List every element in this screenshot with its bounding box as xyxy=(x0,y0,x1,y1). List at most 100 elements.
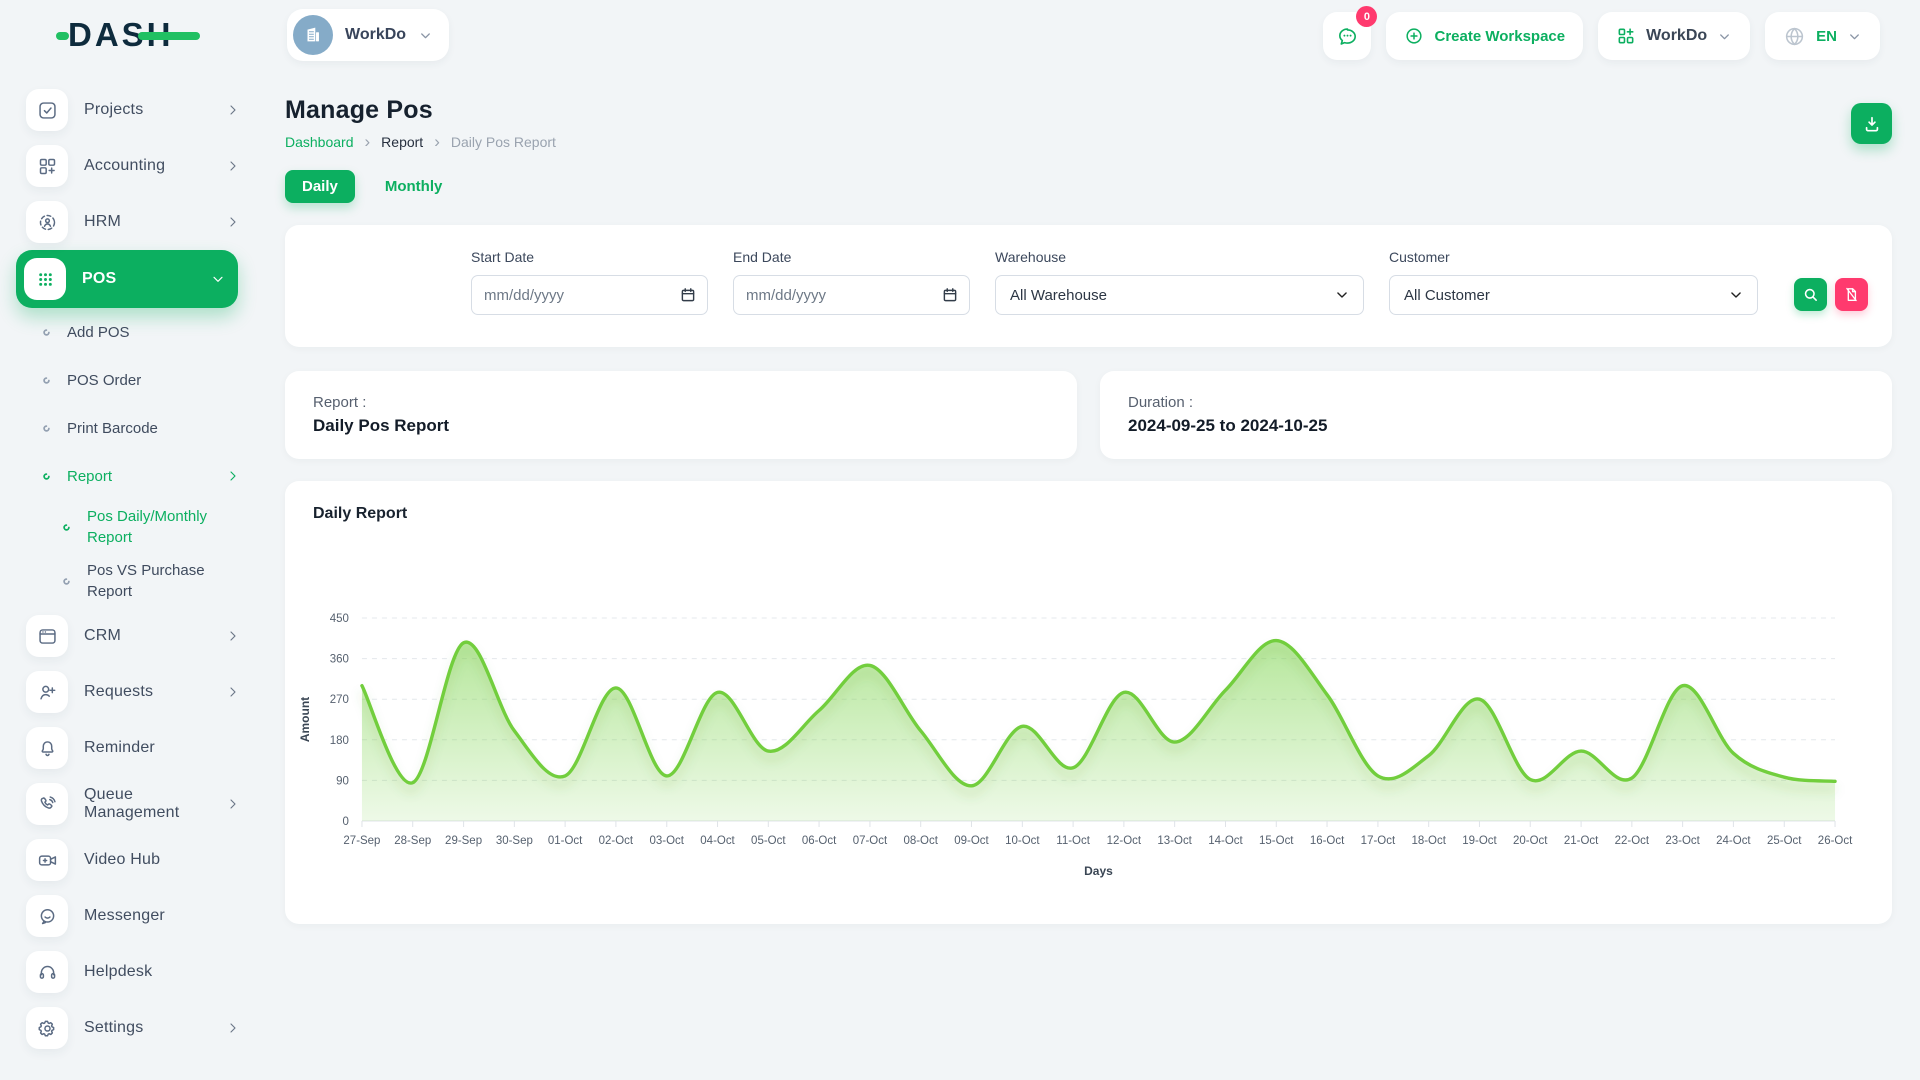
daily-report-area-chart[interactable]: 09018027036045027-Sep28-Sep29-Sep30-Sep0… xyxy=(285,481,1892,924)
headset-icon xyxy=(37,962,58,983)
sidebar-item-helpdesk[interactable]: Helpdesk xyxy=(26,944,241,1000)
sidebar-item-pos-order[interactable]: POS Order xyxy=(26,356,241,404)
sidebar-icon-tile xyxy=(24,258,66,300)
customer-label: Customer xyxy=(1389,249,1758,265)
reset-icon xyxy=(1843,286,1860,303)
reset-button[interactable] xyxy=(1835,278,1868,311)
customer-field: Customer All Customer xyxy=(1389,249,1758,323)
svg-text:03-Oct: 03-Oct xyxy=(650,835,685,847)
sidebar-icon-tile xyxy=(26,727,68,769)
chevron-right-icon xyxy=(225,1020,241,1036)
download-button[interactable] xyxy=(1851,103,1892,144)
chat-dots-icon xyxy=(1336,25,1359,48)
sidebar-item-requests[interactable]: Requests xyxy=(26,664,241,720)
breadcrumb-dashboard[interactable]: Dashboard xyxy=(285,134,354,150)
report-tabs: Daily Monthly xyxy=(285,170,1892,203)
sidebar-item-pos[interactable]: POS xyxy=(16,250,238,308)
chevron-right-icon xyxy=(225,102,241,118)
svg-text:11-Oct: 11-Oct xyxy=(1056,835,1090,847)
sidebar-item-print-barcode[interactable]: Print Barcode xyxy=(26,404,241,452)
warehouse-field: Warehouse All Warehouse xyxy=(995,249,1364,323)
warehouse-select[interactable]: All Warehouse xyxy=(995,275,1364,315)
svg-text:30-Sep: 30-Sep xyxy=(496,835,533,847)
svg-text:450: 450 xyxy=(330,613,349,625)
sidebar-icon-tile xyxy=(26,615,68,657)
dots-grid-icon xyxy=(35,269,56,290)
chevron-right-icon xyxy=(225,796,241,812)
workdo-menu-button[interactable]: WorkDo xyxy=(1598,12,1750,60)
svg-text:23-Oct: 23-Oct xyxy=(1665,835,1700,847)
sidebar-item-messenger[interactable]: Messenger xyxy=(26,888,241,944)
svg-text:22-Oct: 22-Oct xyxy=(1615,835,1650,847)
sidebar-item-label: Helpdesk xyxy=(84,963,241,981)
sidebar-item-add-pos[interactable]: Add POS xyxy=(26,308,241,356)
create-workspace-button[interactable]: Create Workspace xyxy=(1386,12,1583,60)
sidebar-item-hrm[interactable]: HRM xyxy=(26,194,241,250)
plus-circle-icon xyxy=(1404,26,1424,46)
sidebar-item-reminder[interactable]: Reminder xyxy=(26,720,241,776)
sidebar-item-label: Pos VS Purchase Report xyxy=(87,554,221,608)
app-logo[interactable]: DASH xyxy=(68,16,174,54)
sidebar-item-settings[interactable]: Settings xyxy=(26,1000,241,1056)
tab-daily[interactable]: Daily xyxy=(285,170,355,203)
page-title: Manage Pos xyxy=(285,96,1892,125)
sidebar-item-label: Projects xyxy=(84,101,225,119)
chevron-right-icon xyxy=(225,684,241,700)
messages-button[interactable]: 0 xyxy=(1323,12,1371,60)
svg-text:13-Oct: 13-Oct xyxy=(1157,835,1192,847)
sidebar-item-queue-management[interactable]: Queue Management xyxy=(26,776,241,832)
summary-row: Report : Daily Pos Report Duration : 202… xyxy=(285,371,1892,459)
svg-text:26-Oct: 26-Oct xyxy=(1818,835,1853,847)
svg-text:24-Oct: 24-Oct xyxy=(1716,835,1751,847)
sidebar-item-label: Accounting xyxy=(84,157,225,175)
workspace-selector[interactable]: WorkDo xyxy=(287,9,449,61)
sidebar-icon-tile xyxy=(26,201,68,243)
filter-form: Start Date End Date Warehouse All Wareho… xyxy=(471,249,1868,323)
filter-card: Start Date End Date Warehouse All Wareho… xyxy=(285,225,1892,347)
report-summary-value: Daily Pos Report xyxy=(313,416,1049,436)
tab-monthly[interactable]: Monthly xyxy=(385,170,443,203)
bullet-icon xyxy=(60,521,73,534)
svg-text:16-Oct: 16-Oct xyxy=(1310,835,1345,847)
sidebar-item-label: POS Order xyxy=(67,364,241,397)
language-selector[interactable]: EN xyxy=(1765,12,1880,60)
svg-text:07-Oct: 07-Oct xyxy=(853,835,888,847)
chevron-right-icon xyxy=(225,158,241,174)
svg-text:10-Oct: 10-Oct xyxy=(1005,835,1040,847)
svg-text:Amount: Amount xyxy=(298,697,312,742)
svg-text:09-Oct: 09-Oct xyxy=(954,835,989,847)
sidebar-item-pos-daily-monthly-report[interactable]: Pos Daily/Monthly Report xyxy=(26,500,241,554)
workspace-avatar xyxy=(293,15,333,55)
svg-text:Days: Days xyxy=(1084,864,1113,878)
end-date-label: End Date xyxy=(733,249,970,265)
sidebar-item-report[interactable]: Report xyxy=(26,452,241,500)
sidebar-item-video-hub[interactable]: Video Hub xyxy=(26,832,241,888)
sidebar-item-crm[interactable]: CRM xyxy=(26,608,241,664)
sidebar-item-label: Messenger xyxy=(84,907,241,925)
svg-text:04-Oct: 04-Oct xyxy=(700,835,735,847)
chevron-down-icon xyxy=(1717,29,1732,44)
sidebar-item-label: Pos Daily/Monthly Report xyxy=(87,500,221,554)
svg-text:02-Oct: 02-Oct xyxy=(599,835,634,847)
start-date-field: Start Date xyxy=(471,249,708,323)
sidebar-item-pos-vs-purchase-report[interactable]: Pos VS Purchase Report xyxy=(26,554,241,608)
breadcrumb-report[interactable]: Report xyxy=(381,134,423,150)
start-date-input[interactable] xyxy=(471,275,708,315)
search-button[interactable] xyxy=(1794,278,1827,311)
filter-actions xyxy=(1794,249,1868,323)
customer-select[interactable]: All Customer xyxy=(1389,275,1758,315)
bullet-icon xyxy=(40,374,53,387)
sidebar-item-label: Reminder xyxy=(84,739,241,757)
grid-plus-icon xyxy=(37,156,58,177)
sidebar-item-accounting[interactable]: Accounting xyxy=(26,138,241,194)
logo-accent-right xyxy=(138,32,200,40)
end-date-field: End Date xyxy=(733,249,970,323)
duration-summary-label: Duration : xyxy=(1128,394,1864,411)
sidebar-item-label: Requests xyxy=(84,683,225,701)
breadcrumb: Dashboard›Report›Daily Pos Report xyxy=(285,134,1892,150)
end-date-input[interactable] xyxy=(733,275,970,315)
sidebar-item-label: Add POS xyxy=(67,316,241,349)
report-summary-label: Report : xyxy=(313,394,1049,411)
sidebar-item-projects[interactable]: Projects xyxy=(26,82,241,138)
chevron-down-icon xyxy=(1335,288,1349,302)
